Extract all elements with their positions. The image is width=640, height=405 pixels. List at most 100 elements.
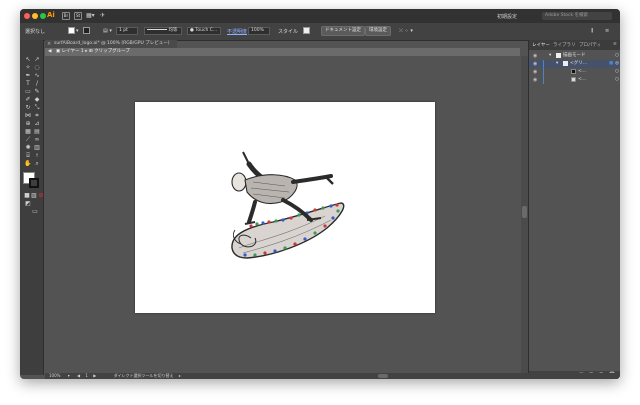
artboard-number[interactable]: 1	[85, 373, 88, 378]
layer-name[interactable]: <...	[578, 76, 586, 84]
layer-row[interactable]: ◉ <... ○	[529, 68, 620, 76]
selection-tool-icon[interactable]: ↖	[24, 56, 32, 63]
eraser-tool-icon[interactable]: ◆	[33, 96, 41, 103]
next-artboard-icon[interactable]: ▶	[93, 373, 96, 378]
rectangle-tool-icon[interactable]: ▭	[24, 88, 32, 95]
tab-libraries[interactable]: ライブラリ	[553, 42, 576, 48]
layer-row[interactable]: ◉ ▾ 描画モード ○	[529, 52, 620, 60]
mesh-tool-icon[interactable]: ▦	[24, 128, 32, 135]
gradient-tool-icon[interactable]: ▤	[33, 128, 41, 135]
target-icon[interactable]: ○	[615, 68, 619, 76]
tab-properties[interactable]: プロパティ	[579, 42, 601, 48]
vertical-scrollbar-thumb[interactable]	[522, 206, 527, 218]
app-logo: Ai	[47, 11, 55, 19]
perspective-grid-tool-icon[interactable]: ⊿	[33, 120, 41, 127]
slice-tool-icon[interactable]: ⟊	[33, 152, 41, 159]
zoom-window-button[interactable]	[40, 13, 46, 19]
brush-label: Touch C...	[195, 28, 218, 33]
screen-mode-icon[interactable]: ▭	[31, 208, 39, 215]
curvature-tool-icon[interactable]: ∿	[33, 72, 41, 79]
target-icon[interactable]: ○	[615, 76, 619, 84]
fill-dropdown-icon[interactable]: ▾	[76, 28, 79, 34]
document-setup-button[interactable]: ドキュメント設定	[321, 26, 365, 36]
align-icon[interactable]: ⫼	[591, 28, 593, 34]
stroke-profile-select[interactable]: 均等	[144, 27, 182, 35]
layer-name[interactable]: 描画モード	[563, 52, 586, 60]
line-tool-icon[interactable]: /	[33, 80, 41, 87]
bridge-icon[interactable]: Br	[62, 12, 70, 20]
shape-builder-tool-icon[interactable]: ⊕	[24, 120, 32, 127]
eye-icon[interactable]: ◉	[533, 76, 537, 84]
isolation-back-icon[interactable]: ◀	[48, 49, 51, 54]
magic-wand-tool-icon[interactable]: ✧	[24, 64, 32, 71]
layer-name[interactable]: <...	[578, 68, 586, 76]
panel-menu-icon[interactable]: ≡	[613, 42, 617, 47]
brush-select[interactable]: ● Touch C...	[187, 27, 221, 35]
artboard-tool-icon[interactable]: ⌸	[24, 152, 32, 159]
workspace-switcher[interactable]: 初期設定	[497, 13, 517, 20]
eye-icon[interactable]: ◉	[533, 60, 537, 68]
layer-row[interactable]: ◉ <... ○	[529, 76, 620, 84]
surfer-illustration[interactable]	[135, 102, 435, 313]
panel-tabs: レイヤー ライブラリ プロパティ ≡	[529, 40, 620, 50]
scale-tool-icon[interactable]: ⤡	[33, 104, 41, 111]
minimize-window-button[interactable]	[32, 13, 38, 19]
status-menu-icon[interactable]: ▸	[179, 373, 181, 378]
target-icon[interactable]: ○	[615, 52, 619, 60]
graphic-style-swatch[interactable]	[303, 27, 310, 34]
eyedropper-tool-icon[interactable]: ⟋	[24, 136, 32, 143]
rotate-tool-icon[interactable]: ↻	[24, 104, 32, 111]
isolation-group-icon: ⊞	[88, 49, 93, 54]
opacity-link[interactable]: 不透明度	[227, 28, 247, 35]
blend-tool-icon[interactable]: ∞	[33, 136, 41, 143]
artboard[interactable]	[135, 102, 435, 313]
layer-name[interactable]: <グリ...	[570, 60, 587, 68]
canvas-area[interactable]	[45, 56, 520, 373]
opacity-field[interactable]: 100%	[248, 27, 270, 35]
pen-tool-icon[interactable]: ✒	[24, 72, 32, 79]
direct-selection-tool-icon[interactable]: ↗	[33, 56, 41, 63]
tab-layers[interactable]: レイヤー	[532, 42, 550, 48]
width-tool-icon[interactable]: ⋈	[24, 112, 32, 119]
target-icon[interactable]: ◎	[615, 60, 619, 68]
hand-tool-icon[interactable]: ✋	[24, 160, 32, 167]
preferences-button[interactable]: 環境設定	[365, 26, 391, 36]
vertical-scrollbar[interactable]	[521, 56, 528, 373]
close-window-button[interactable]	[24, 13, 30, 19]
stock-icon[interactable]: St	[74, 12, 82, 20]
arrange-documents-icon[interactable]: ▦▾	[86, 12, 95, 20]
stroke-color-swatch[interactable]	[29, 178, 39, 188]
layer-row-selected[interactable]: ◉ ▾ <グリ... ■ ◎	[529, 60, 620, 68]
expand-icon[interactable]: ▾	[556, 60, 558, 68]
gpu-performance-icon[interactable]: ✈	[100, 12, 105, 20]
eye-icon[interactable]: ◉	[533, 52, 537, 60]
stroke-swatch[interactable]	[83, 27, 90, 34]
zoom-tool-icon[interactable]: ⌕	[33, 160, 41, 167]
isolation-group-name[interactable]: クリップグループ	[94, 49, 130, 54]
eye-icon[interactable]: ◉	[533, 68, 537, 76]
transform-icon[interactable]: ⤫ ⁘ ▾	[399, 28, 413, 34]
panel-menu-icon[interactable]: ≡	[605, 28, 609, 34]
expand-icon[interactable]: ▾	[549, 52, 551, 60]
draw-mode-icon[interactable]: ◩	[24, 200, 32, 207]
zoom-dropdown-icon[interactable]: ▾	[68, 373, 70, 378]
selection-indicator-icon[interactable]: ■	[609, 60, 613, 68]
shaper-tool-icon[interactable]: ✐	[24, 96, 32, 103]
lasso-tool-icon[interactable]: ◌	[33, 64, 41, 71]
stroke-weight-field[interactable]: 1 pt	[116, 27, 138, 35]
isolation-layer-name[interactable]: レイヤー 1	[62, 49, 84, 54]
stock-search-input[interactable]: Adobe Stock を検索	[542, 12, 612, 20]
type-tool-icon[interactable]: T	[24, 80, 32, 87]
free-transform-tool-icon[interactable]: ⌗	[33, 112, 41, 119]
none-mode-icon[interactable]: ⊘	[37, 192, 45, 199]
prev-artboard-icon[interactable]: ◀	[77, 373, 80, 378]
document-tab[interactable]: surfAiBoard_logo.ai* @ 100% (RGB/GPU プレビ…	[45, 40, 177, 48]
horizontal-scrollbar-thumb[interactable]	[378, 374, 388, 378]
paintbrush-tool-icon[interactable]: ✎	[33, 88, 41, 95]
close-tab-icon[interactable]: ×	[47, 40, 51, 48]
column-graph-tool-icon[interactable]: ▥	[33, 144, 41, 151]
zoom-level[interactable]: 100%	[49, 373, 60, 378]
fill-swatch[interactable]	[68, 27, 75, 34]
stroke-label-icon[interactable]: ▤ ▾	[103, 28, 112, 34]
symbol-sprayer-tool-icon[interactable]: ✺	[24, 144, 32, 151]
